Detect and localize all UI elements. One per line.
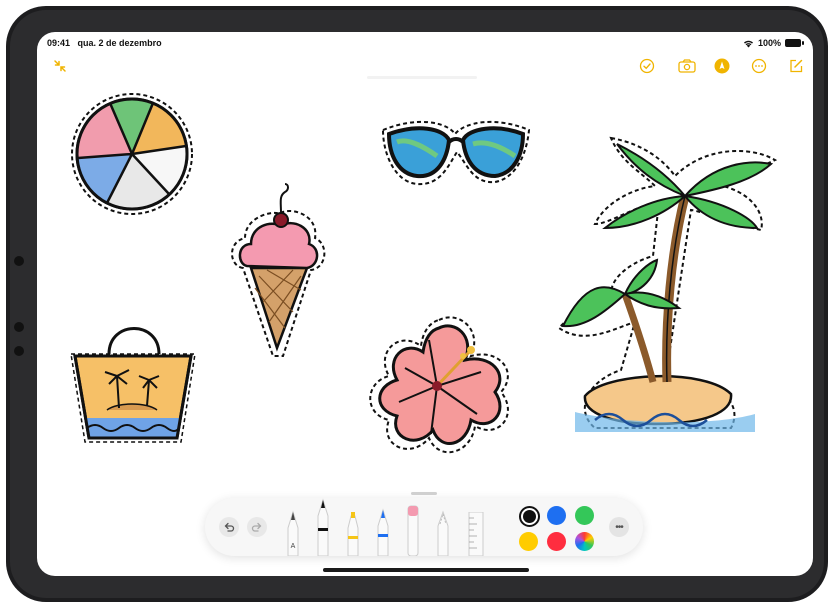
hibiscus-sticker[interactable] (359, 310, 521, 464)
battery-percent: 100% (757, 38, 781, 48)
lasso-tool[interactable] (435, 506, 451, 556)
notes-canvas[interactable]: 09:41 qua. 2 de dezembro 100% A ••• (37, 32, 813, 576)
battery-icon (785, 39, 804, 47)
ice-cream-sticker[interactable] (223, 172, 335, 364)
ruler-tool[interactable] (467, 512, 485, 556)
note-title-area (367, 76, 477, 79)
compose-icon[interactable] (788, 58, 804, 74)
beach-ball-sticker[interactable] (65, 90, 199, 220)
more-icon[interactable] (751, 58, 767, 74)
ellipsis-icon: ••• (615, 521, 623, 533)
sunglasses-sticker[interactable] (377, 112, 535, 192)
status-time: 09:41 (47, 38, 71, 48)
undo-button[interactable] (219, 517, 239, 537)
toolbar-more-button[interactable]: ••• (609, 517, 629, 537)
checklist-icon[interactable] (639, 58, 655, 74)
color-yellow[interactable] (519, 532, 538, 551)
color-black-fill (523, 510, 536, 523)
status-right: 100% (743, 38, 804, 48)
pen-tool[interactable] (315, 498, 331, 556)
redo-button[interactable] (247, 517, 267, 537)
redo-icon (251, 522, 262, 532)
side-button (14, 322, 24, 332)
eraser-tool[interactable] (405, 502, 421, 556)
tool-letter: A (291, 543, 296, 550)
color-picker-icon[interactable] (575, 532, 594, 551)
color-blue[interactable] (547, 506, 566, 525)
palm-tree-sticker[interactable] (555, 132, 781, 436)
undo-icon (224, 522, 235, 532)
status-date: qua. 2 de dezembro (77, 38, 162, 48)
color-black-selected[interactable] (519, 506, 540, 527)
status-time-date: 09:41 qua. 2 de dezembro (47, 38, 162, 48)
collapse-icon[interactable] (52, 58, 68, 74)
markup-toolbar: A ••• (205, 492, 643, 556)
highlighter-tool[interactable] (345, 506, 361, 556)
status-bar: 09:41 qua. 2 de dezembro 100% (47, 38, 804, 52)
beach-bag-sticker[interactable] (67, 310, 199, 446)
pencil-tool[interactable] (375, 504, 391, 556)
markup-icon[interactable] (714, 58, 730, 74)
side-button (14, 256, 24, 266)
camera-icon[interactable] (677, 58, 697, 74)
toolbar-grabber[interactable] (411, 492, 437, 495)
home-indicator[interactable] (323, 568, 529, 572)
side-button (14, 346, 24, 356)
color-green[interactable] (575, 506, 594, 525)
wifi-icon (743, 40, 753, 47)
monoline-pen-tool[interactable]: A (285, 504, 301, 556)
color-red[interactable] (547, 532, 566, 551)
